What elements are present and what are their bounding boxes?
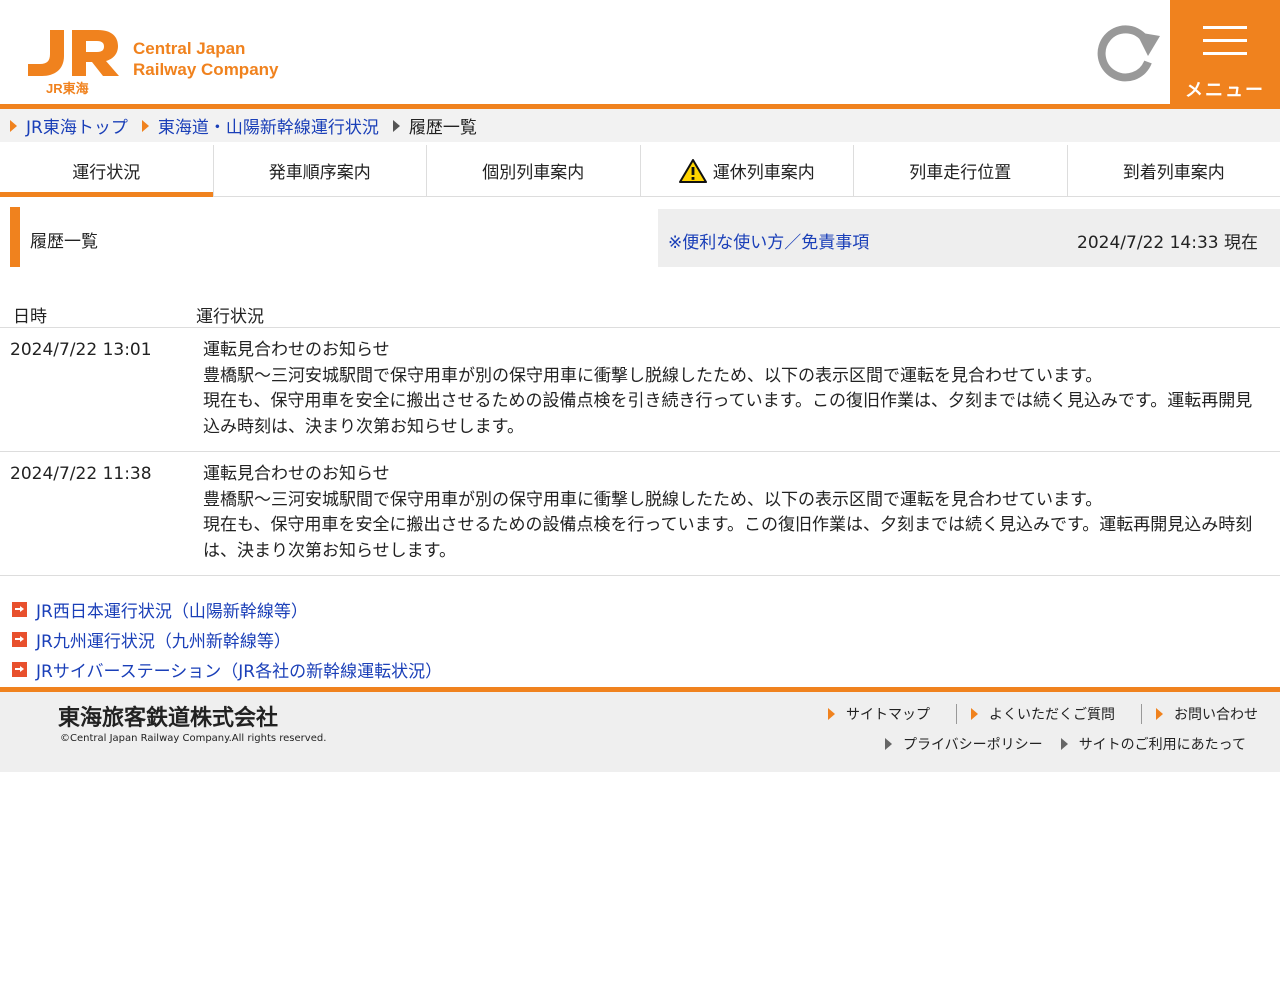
- footer-link-label: プライバシーポリシー: [902, 737, 1043, 753]
- footer-link-label: お問い合わせ: [1174, 707, 1258, 723]
- message-line: 豊橋駅～三河安城駅間で保守用車が別の保守用車に衝撃し脱線したため、以下の表示区間…: [203, 489, 1103, 510]
- list-item: JRサイバーステーション（JR各社の新幹線運転状況）: [12, 654, 442, 684]
- tab-operation-status[interactable]: 運行状況: [0, 145, 214, 197]
- tab-arrival-info[interactable]: 到着列車案内: [1068, 145, 1280, 196]
- breadcrumb-current: 履歴一覧: [408, 118, 477, 138]
- footer-separator: [956, 704, 957, 724]
- jr-central-logo[interactable]: Central Japan Railway Company JR東海: [28, 26, 288, 98]
- jr-logo-icon: [28, 30, 119, 76]
- breadcrumb-link-top[interactable]: JR東海トップ: [26, 113, 128, 138]
- message-line: 現在も、保守用車を安全に搬出させるための設備点検を行っています。この復旧作業は、…: [203, 515, 1253, 561]
- tab-train-position[interactable]: 列車走行位置: [854, 145, 1068, 196]
- column-header-date: 日時: [13, 307, 47, 327]
- logo-sub: JR東海: [46, 81, 89, 96]
- triangle-right-icon: [828, 708, 835, 720]
- link-jr-cyber-station[interactable]: JRサイバーステーション（JR各社の新幹線運転状況）: [36, 657, 442, 682]
- triangle-right-icon: [141, 119, 149, 132]
- tab-label: 列車走行位置: [909, 163, 1012, 183]
- triangle-right-icon: [971, 708, 978, 720]
- message-title: 運転見合わせのお知らせ: [203, 340, 390, 360]
- footer-link-faq[interactable]: よくいただくご質問: [971, 704, 1115, 724]
- external-arrow-icon: [12, 661, 27, 677]
- help-disclaimer-link[interactable]: ※便利な使い方／免責事項: [668, 228, 869, 253]
- breadcrumb-item-current: 履歴一覧: [392, 113, 477, 138]
- page-title: 履歴一覧: [30, 232, 98, 252]
- footer-links-row2: プライバシーポリシー サイトのご利用にあたって: [884, 734, 1246, 754]
- row-date: 2024/7/22 11:38: [10, 464, 152, 484]
- triangle-right-icon: [10, 119, 17, 132]
- section-header: 履歴一覧 ※便利な使い方／免責事項 2024/7/22 14:33 現在: [10, 207, 1280, 267]
- tab-individual-train[interactable]: 個別列車案内: [427, 145, 641, 196]
- row-date: 2024/7/22 13:01: [10, 340, 152, 360]
- footer-link-label: よくいただくご質問: [989, 707, 1115, 723]
- menu-button[interactable]: メニュー: [1170, 0, 1280, 104]
- menu-bar: [1203, 26, 1247, 29]
- tab-departure-order[interactable]: 発車順序案内: [214, 145, 427, 196]
- message-title: 運転見合わせのお知らせ: [203, 464, 390, 484]
- section-accent-bar: [10, 207, 20, 267]
- triangle-right-icon: [392, 119, 400, 132]
- external-arrow-icon: [12, 601, 27, 617]
- footer-links-row1: サイトマップ よくいただくご質問 お問い合わせ: [828, 704, 1258, 724]
- row-message: 運転見合わせのお知らせ 豊橋駅～三河安城駅間で保守用車が別の保守用車に衝撃し脱線…: [203, 338, 1265, 440]
- footer-link-privacy[interactable]: プライバシーポリシー: [884, 734, 1043, 754]
- footer-link-label: サイトのご利用にあたって: [1078, 737, 1246, 753]
- external-links: JR西日本運行状況（山陽新幹線等） JR九州運行状況（九州新幹線等） JRサイバ…: [12, 594, 442, 684]
- tab-label: 運行状況: [72, 163, 141, 183]
- breadcrumb: JR東海トップ 東海道・山陽新幹線運行状況 履歴一覧: [0, 109, 1280, 142]
- row-message: 運転見合わせのお知らせ 豊橋駅～三河安城駅間で保守用車が別の保守用車に衝撃し脱線…: [203, 462, 1265, 564]
- column-header-status: 運行状況: [196, 307, 264, 327]
- message-line: 現在も、保守用車を安全に搬出させるための設備点検を引き続き行っています。この復旧…: [203, 391, 1253, 437]
- menu-bar: [1203, 39, 1247, 42]
- update-timestamp: 2024/7/22 14:33 現在: [1077, 233, 1258, 253]
- link-jr-kyushu-status[interactable]: JR九州運行状況（九州新幹線等）: [36, 627, 291, 652]
- reload-button[interactable]: [1096, 22, 1162, 82]
- section-info-box: ※便利な使い方／免責事項 2024/7/22 14:33 現在: [658, 209, 1280, 267]
- footer-link-terms[interactable]: サイトのご利用にあたって: [1060, 734, 1246, 754]
- site-footer: 東海旅客鉄道株式会社 ©Central Japan Railway Compan…: [0, 692, 1280, 772]
- link-jr-west-status[interactable]: JR西日本運行状況（山陽新幹線等）: [36, 597, 308, 622]
- triangle-right-icon: [884, 738, 892, 750]
- external-arrow-icon: [12, 631, 27, 647]
- table-row: 2024/7/22 11:38 運転見合わせのお知らせ 豊橋駅～三河安城駅間で保…: [0, 452, 1280, 576]
- footer-link-label: サイトマップ: [846, 707, 930, 723]
- triangle-right-icon: [1156, 708, 1163, 720]
- menu-label: メニュー: [1185, 80, 1265, 101]
- menu-bar: [1203, 52, 1247, 55]
- logo-line1: Central Japan: [133, 39, 246, 58]
- site-header: Central Japan Railway Company JR東海 メニュー: [0, 0, 1280, 104]
- tab-label: 個別列車案内: [482, 163, 585, 183]
- list-item: JR九州運行状況（九州新幹線等）: [12, 624, 442, 654]
- list-item: JR西日本運行状況（山陽新幹線等）: [12, 594, 442, 624]
- triangle-right-icon: [1060, 738, 1068, 750]
- footer-copyright: ©Central Japan Railway Company.All right…: [60, 733, 327, 744]
- table-row: 2024/7/22 13:01 運転見合わせのお知らせ 豊橋駅～三河安城駅間で保…: [0, 328, 1280, 452]
- breadcrumb-item-status: 東海道・山陽新幹線運行状況: [141, 113, 379, 138]
- breadcrumb-item-top: JR東海トップ: [10, 113, 128, 138]
- tab-cancelled-trains[interactable]: 運休列車案内: [641, 145, 854, 196]
- tab-label: 到着列車案内: [1122, 163, 1225, 183]
- footer-link-sitemap[interactable]: サイトマップ: [828, 704, 930, 724]
- main-tabs: 運行状況 発車順序案内 個別列車案内 運休列車案内 列車走行位置 到着列車案内: [0, 145, 1280, 197]
- tab-label: 発車順序案内: [268, 163, 371, 183]
- warning-icon: [678, 158, 707, 183]
- breadcrumb-link-status[interactable]: 東海道・山陽新幹線運行状況: [158, 113, 379, 138]
- logo-line2: Railway Company: [133, 60, 279, 79]
- history-table-header: 日時 運行状況: [0, 300, 1280, 328]
- footer-company-name: 東海旅客鉄道株式会社: [58, 705, 279, 731]
- message-line: 豊橋駅～三河安城駅間で保守用車が別の保守用車に衝撃し脱線したため、以下の表示区間…: [203, 365, 1103, 386]
- reload-icon: [1097, 25, 1160, 82]
- footer-separator: [1141, 704, 1142, 724]
- footer-link-contact[interactable]: お問い合わせ: [1156, 704, 1258, 724]
- tab-label: 運休列車案内: [712, 163, 815, 183]
